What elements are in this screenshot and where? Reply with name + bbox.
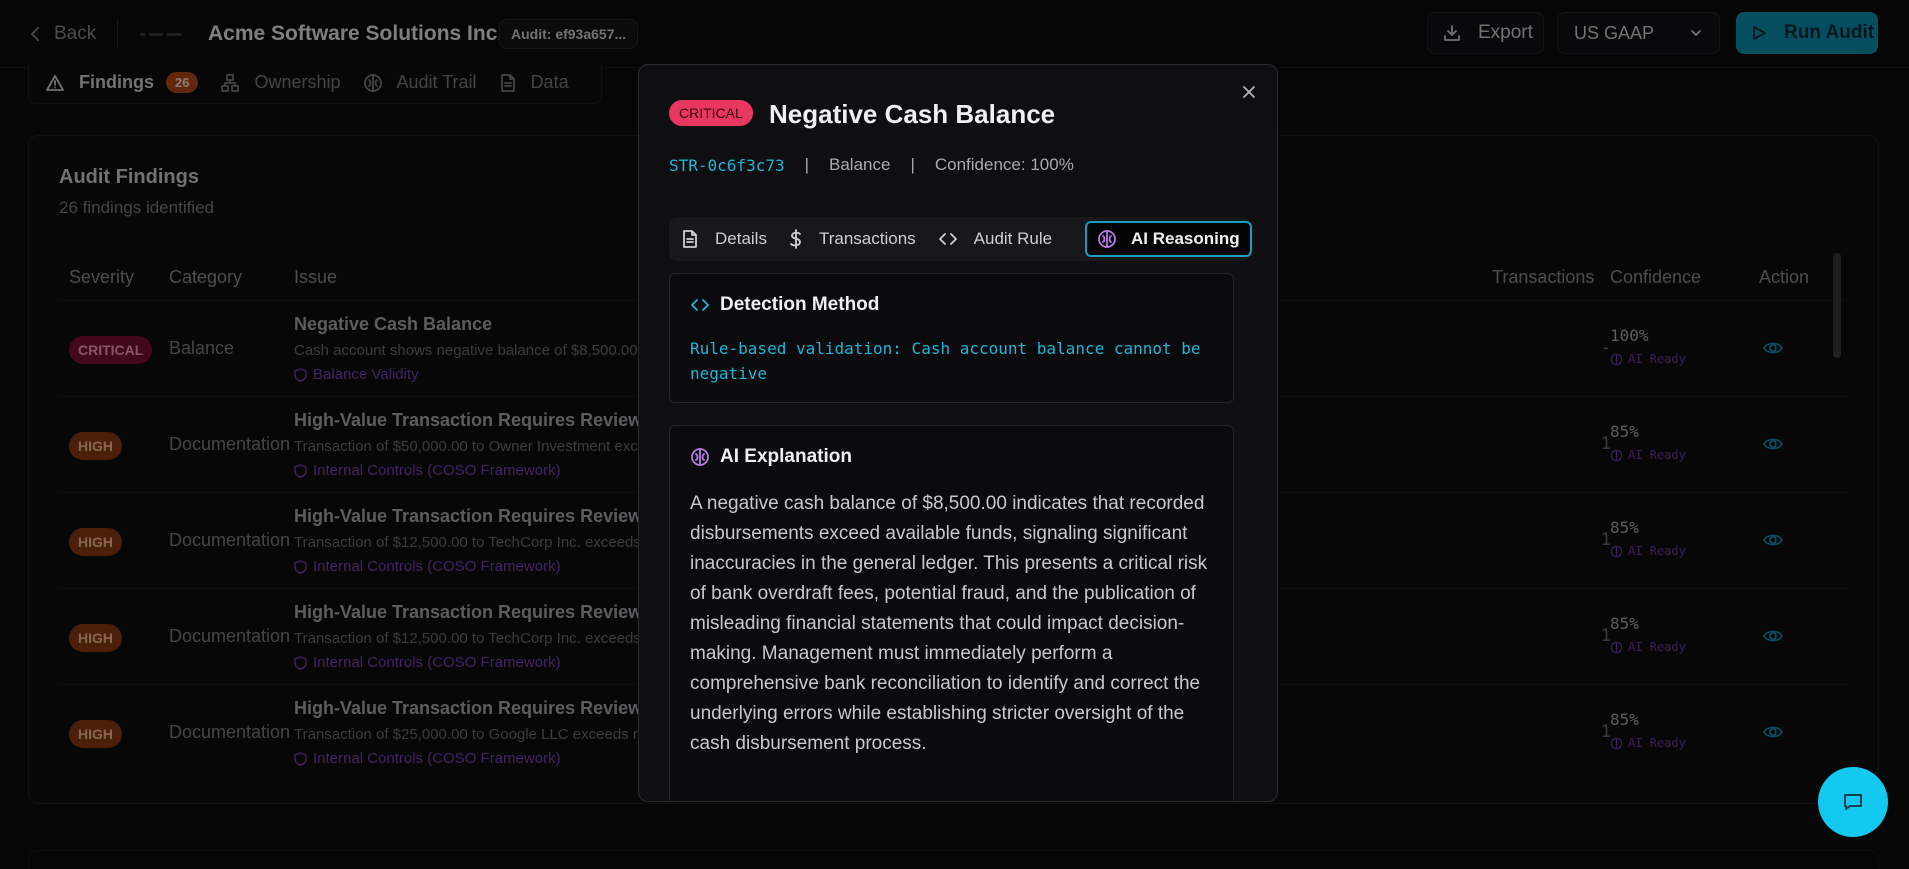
brain-icon [1098, 230, 1116, 248]
detection-heading-label: Detection Method [720, 294, 880, 315]
tab-ai-reasoning[interactable]: AI Reasoning [1085, 221, 1252, 257]
tab-audit-rule[interactable]: Audit Rule [938, 229, 1052, 249]
finding-meta: STR-0c6f3c73 | Balance | Confidence: 100… [669, 155, 1074, 175]
meta-separator: | [910, 155, 915, 174]
meta-separator: | [804, 155, 810, 174]
modal-tabs: Details Transactions Audit Rule AI Reaso… [669, 217, 1252, 261]
detection-heading: Detection Method [690, 294, 879, 316]
tab-transactions-label: Transactions [818, 229, 916, 248]
dollar-icon [790, 229, 801, 249]
tab-details[interactable]: Details [681, 229, 767, 249]
code-icon [691, 299, 709, 311]
tab-ai-reasoning-label: AI Reasoning [1131, 229, 1240, 248]
finding-detail-modal: CRITICAL Negative Cash Balance STR-0c6f3… [638, 64, 1278, 802]
tab-details-label: Details [715, 229, 767, 248]
close-icon[interactable] [1239, 82, 1259, 102]
code-icon [938, 233, 957, 245]
detection-method-panel: Detection Method Rule-based validation: … [669, 273, 1234, 403]
chat-icon [1844, 794, 1862, 810]
explanation-heading: AI Explanation [690, 446, 852, 468]
tab-audit-rule-label: Audit Rule [973, 229, 1053, 248]
severity-badge: CRITICAL [669, 100, 753, 126]
modal-title: Negative Cash Balance [769, 99, 1056, 129]
brain-icon [691, 448, 709, 466]
finding-confidence: Confidence: 100% [934, 155, 1074, 174]
ai-explanation-panel: AI Explanation A negative cash balance o… [669, 425, 1234, 801]
finding-category: Balance [829, 155, 891, 174]
tab-transactions[interactable]: Transactions [789, 229, 916, 249]
detection-text: Rule-based validation: Cash account bala… [690, 339, 1201, 383]
document-icon [683, 230, 697, 248]
explanation-heading-label: AI Explanation [720, 446, 852, 467]
chat-button[interactable] [1818, 767, 1888, 837]
explanation-text: A negative cash balance of $8,500.00 ind… [690, 493, 1208, 754]
finding-id: STR-0c6f3c73 [669, 155, 785, 175]
